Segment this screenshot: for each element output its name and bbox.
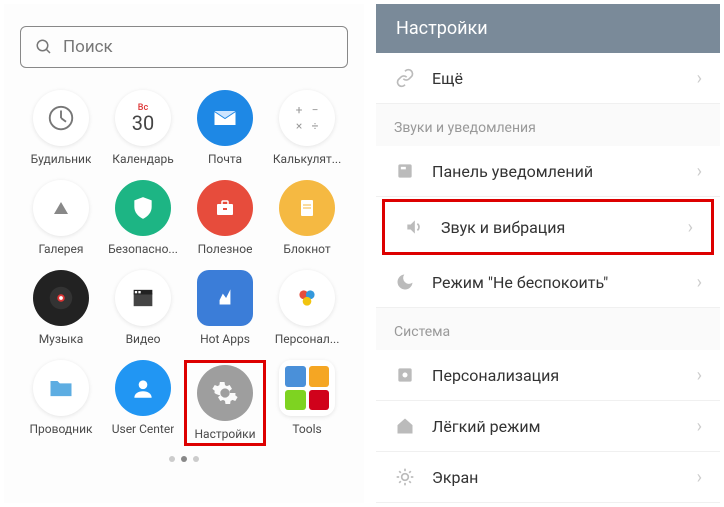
app-label: Безопасно... [108,242,178,256]
row-more[interactable]: Ещё › [376,53,720,104]
link-icon [394,67,416,89]
notifications-icon [394,160,416,182]
row-label: Персонализация [432,366,697,385]
app-tools[interactable]: Tools [266,360,348,446]
row-label: Режим "Не беспокоить" [432,273,697,292]
app-settings[interactable]: Настройки [184,360,266,446]
tools-folder-icon [279,360,335,416]
section-system: Система [376,308,720,350]
search-icon [35,38,53,56]
row-label: Панель уведомлений [432,162,697,181]
row-label: Экран [432,468,697,487]
app-music[interactable]: Музыка [20,270,102,346]
chevron-right-icon: › [697,416,702,437]
chevron-right-icon: › [697,272,702,293]
app-security[interactable]: Безопасно... [102,180,184,256]
palette-icon [394,364,416,386]
chevron-right-icon: › [697,68,702,89]
app-useful[interactable]: Полезное [184,180,266,256]
app-label: Tools [292,422,321,436]
section-sounds: Звуки и уведомления [376,104,720,146]
gear-icon [197,365,253,421]
app-label: Почта [208,152,242,166]
app-explorer[interactable]: Проводник [20,360,102,446]
user-icon [115,360,171,416]
row-display[interactable]: Экран › [376,452,720,503]
calendar-icon: Вс 30 [115,90,171,146]
row-dnd[interactable]: Режим "Не беспокоить" › [376,257,720,308]
app-label: Галерея [39,242,84,256]
app-personalization[interactable]: Персонал... [266,270,348,346]
app-label: Будильник [31,152,92,166]
row-label: Звук и вибрация [441,218,688,237]
folder-icon [33,360,89,416]
app-notes[interactable]: Блокнот [266,180,348,256]
app-alarm[interactable]: Будильник [20,90,102,166]
row-personalization[interactable]: Персонализация › [376,350,720,401]
app-calculator[interactable]: +−×÷ Калькулят... [266,90,348,166]
moon-icon [394,271,416,293]
app-gallery[interactable]: Галерея [20,180,102,256]
app-label: Калькулят... [273,152,341,166]
search-placeholder: Поиск [63,37,113,57]
personalization-icon [279,270,335,326]
chevron-right-icon: › [697,365,702,386]
app-drawer-panel: Поиск Будильник Вс 30 Календарь Почта +−… [4,4,364,503]
app-label: Проводник [30,422,93,436]
app-mail[interactable]: Почта [184,90,266,166]
app-label: Видео [126,332,161,346]
mail-icon [197,90,253,146]
brightness-icon [394,466,416,488]
sound-icon [403,216,425,238]
alarm-icon [33,90,89,146]
app-label: Персонал... [275,332,340,346]
page-indicator [20,446,348,466]
hotapps-icon [197,270,253,326]
app-label: Настройки [194,427,255,441]
chevron-right-icon: › [688,217,693,238]
calculator-icon: +−×÷ [279,90,335,146]
home-icon [394,415,416,437]
app-label: User Center [112,422,175,436]
briefcase-icon [197,180,253,236]
app-usercenter[interactable]: User Center [102,360,184,446]
app-hotapps[interactable]: Hot Apps [184,270,266,346]
search-input[interactable]: Поиск [20,26,348,68]
settings-title: Настройки [376,4,720,53]
row-notification-panel[interactable]: Панель уведомлений › [376,146,720,197]
video-icon [115,270,171,326]
row-label: Ещё [432,69,697,88]
chevron-right-icon: › [697,467,702,488]
app-calendar[interactable]: Вс 30 Календарь [102,90,184,166]
app-label: Календарь [112,152,173,166]
app-label: Hot Apps [200,332,250,346]
row-easy-mode[interactable]: Лёгкий режим › [376,401,720,452]
music-icon [33,270,89,326]
chevron-right-icon: › [697,161,702,182]
app-video[interactable]: Видео [102,270,184,346]
app-label: Полезное [198,242,253,256]
gallery-icon [33,180,89,236]
app-label: Блокнот [283,242,330,256]
app-label: Музыка [39,332,84,346]
row-sound-vibration[interactable]: Звук и вибрация › [382,199,714,255]
settings-panel: Настройки Ещё › Звуки и уведомления Пане… [376,4,720,503]
notes-icon [279,180,335,236]
security-icon [115,180,171,236]
app-grid: Будильник Вс 30 Календарь Почта +−×÷ Кал… [20,90,348,446]
row-label: Лёгкий режим [432,417,697,436]
